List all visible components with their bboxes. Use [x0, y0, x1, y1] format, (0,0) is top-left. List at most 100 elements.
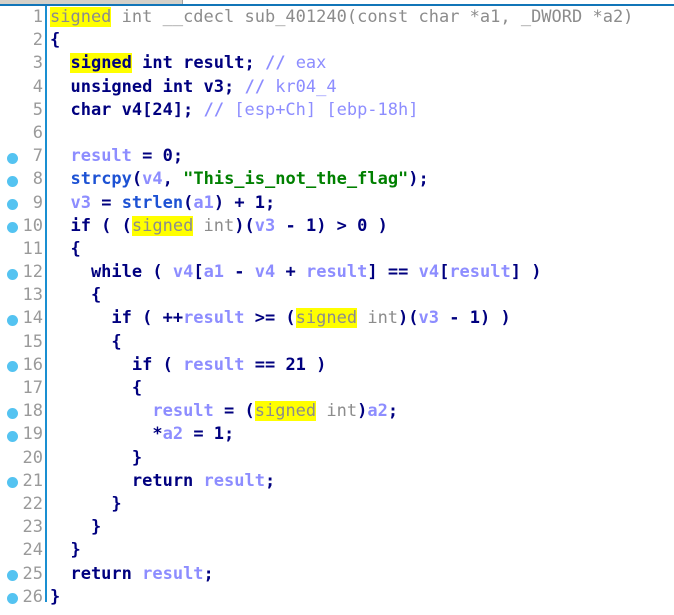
code-token: ] )	[510, 262, 542, 283]
code-token: )	[367, 215, 388, 236]
code-text[interactable]: }	[50, 516, 101, 539]
code-token: result	[183, 354, 245, 375]
line-number: 11	[22, 238, 43, 259]
code-token: int	[193, 215, 235, 236]
line-number: 23	[22, 517, 43, 538]
code-line[interactable]: 23 }	[0, 516, 674, 539]
code-line[interactable]: 11 {	[0, 238, 674, 261]
code-line[interactable]: 6	[0, 122, 674, 145]
line-number: 6	[32, 122, 43, 143]
code-line[interactable]: 1 signed int __cdecl sub_401240(const cha…	[0, 6, 674, 29]
line-number: 26	[22, 586, 43, 607]
code-line[interactable]: 21 return result;	[0, 470, 674, 493]
code-text[interactable]: {	[50, 377, 142, 400]
code-text[interactable]: result = (signed int)a2;	[50, 400, 398, 423]
code-token: int	[316, 401, 358, 422]
code-token: //	[203, 99, 235, 120]
code-text[interactable]: v3 = strlen(a1) + 1;	[50, 192, 275, 215]
code-line[interactable]: 12 while ( v4[a1 - v4 + result] == v4[re…	[0, 261, 674, 284]
code-text[interactable]: signed int result; // eax	[50, 52, 326, 75]
code-token: ;	[387, 401, 399, 422]
code-token: while (	[50, 262, 173, 283]
code-token: ) >	[316, 215, 358, 236]
code-token: result	[70, 146, 132, 167]
code-text[interactable]: strcpy(v4, "This_is_not_the_flag");	[50, 168, 428, 191]
code-line[interactable]: 3 signed int result; // eax	[0, 52, 674, 75]
line-number: 2	[32, 30, 43, 51]
code-text[interactable]: signed int __cdecl sub_401240(const char…	[50, 6, 633, 29]
code-line[interactable]: 13 {	[0, 284, 674, 307]
code-line[interactable]: 5 char v4[24]; // [esp+Ch] [ebp-18h]	[0, 99, 674, 122]
code-text[interactable]: }	[50, 447, 142, 470]
line-number: 24	[22, 540, 43, 561]
code-token: sub_401240	[244, 7, 347, 27]
code-line[interactable]: 18 result = (signed int)a2;	[0, 400, 674, 423]
code-token: [	[193, 262, 204, 283]
code-text[interactable]: }	[50, 539, 80, 562]
code-text[interactable]: {	[50, 331, 122, 354]
code-token: result	[449, 262, 511, 283]
code-token: {	[50, 285, 102, 306]
code-token: 1	[213, 424, 225, 445]
code-token: =	[183, 424, 214, 445]
code-text[interactable]: if ( ++result >= (signed int)(v3 - 1) )	[50, 307, 511, 330]
code-token: ) +	[213, 192, 255, 213]
code-text[interactable]: result = 0;	[50, 145, 183, 168]
code-text[interactable]: {	[50, 29, 60, 52]
code-text[interactable]: {	[50, 284, 101, 307]
code-line[interactable]: 20 }	[0, 447, 674, 470]
code-line[interactable]: 25 return result;	[0, 563, 674, 586]
code-token: ;	[264, 470, 276, 491]
code-text[interactable]: }	[50, 586, 60, 609]
code-text[interactable]: if ( (signed int)(v3 - 1) > 0 )	[50, 215, 388, 238]
code-line[interactable]: 24 }	[0, 539, 674, 562]
code-line[interactable]: 15 {	[0, 331, 674, 354]
code-text[interactable]: *a2 = 1;	[50, 423, 234, 446]
code-text[interactable]: while ( v4[a1 - v4 + result] == v4[resul…	[50, 261, 542, 284]
code-line[interactable]: 19 *a2 = 1;	[0, 423, 674, 446]
code-token: char v4[24];	[50, 99, 204, 120]
highlighted-term: signed	[254, 401, 317, 422]
code-token: ;	[224, 424, 235, 445]
code-text[interactable]: return result;	[50, 470, 275, 493]
code-text[interactable]: {	[50, 238, 81, 261]
line-number: 20	[22, 447, 43, 468]
code-token: ;	[203, 563, 214, 584]
code-token: strlen	[121, 192, 184, 213]
code-line[interactable]: 8 strcpy(v4, "This_is_not_the_flag");	[0, 168, 674, 191]
code-line[interactable]: 10 if ( (signed int)(v3 - 1) > 0 )	[0, 215, 674, 238]
code-line[interactable]: 14 if ( ++result >= (signed int)(v3 - 1)…	[0, 307, 674, 330]
code-token: 0	[162, 146, 173, 167]
code-token: ,	[162, 169, 184, 190]
line-number: 17	[22, 378, 43, 398]
code-line[interactable]: 4 unsigned int v3; // kr04_4	[0, 76, 674, 99]
code-line[interactable]: 7 result = 0;	[0, 145, 674, 168]
line-number: 3	[32, 53, 43, 74]
pseudocode-editor[interactable]: 1 signed int __cdecl sub_401240(const cha…	[0, 6, 674, 615]
line-number: 14	[22, 308, 43, 329]
line-number: 22	[22, 493, 43, 514]
code-line[interactable]: 9 v3 = strlen(a1) + 1;	[0, 192, 674, 215]
code-token: result	[152, 401, 214, 422]
code-token: if ( ++	[50, 308, 184, 329]
code-token: {	[50, 331, 122, 352]
code-line[interactable]: 26}	[0, 586, 674, 609]
code-line[interactable]: 16 if ( result == 21 )	[0, 354, 674, 377]
code-token: >= (	[244, 308, 296, 329]
code-token: //	[264, 53, 296, 74]
code-text[interactable]: return result;	[50, 563, 214, 586]
line-number: 12	[22, 262, 43, 283]
code-text[interactable]: unsigned int v3; // kr04_4	[50, 76, 336, 99]
code-line[interactable]: 17 {	[0, 377, 674, 400]
code-text[interactable]: char v4[24]; // [esp+Ch] [ebp-18h]	[50, 99, 418, 122]
code-token: 0	[357, 215, 368, 236]
code-line[interactable]: 22 }	[0, 493, 674, 516]
line-number: 9	[32, 192, 43, 213]
code-text[interactable]: }	[50, 493, 121, 516]
code-token: {	[50, 238, 81, 259]
code-token: ;	[172, 146, 184, 167]
code-text[interactable]: if ( result == 21 )	[50, 354, 327, 377]
code-token: result	[142, 563, 204, 584]
line-number: 19	[22, 424, 43, 445]
code-line[interactable]: 2{	[0, 29, 674, 52]
